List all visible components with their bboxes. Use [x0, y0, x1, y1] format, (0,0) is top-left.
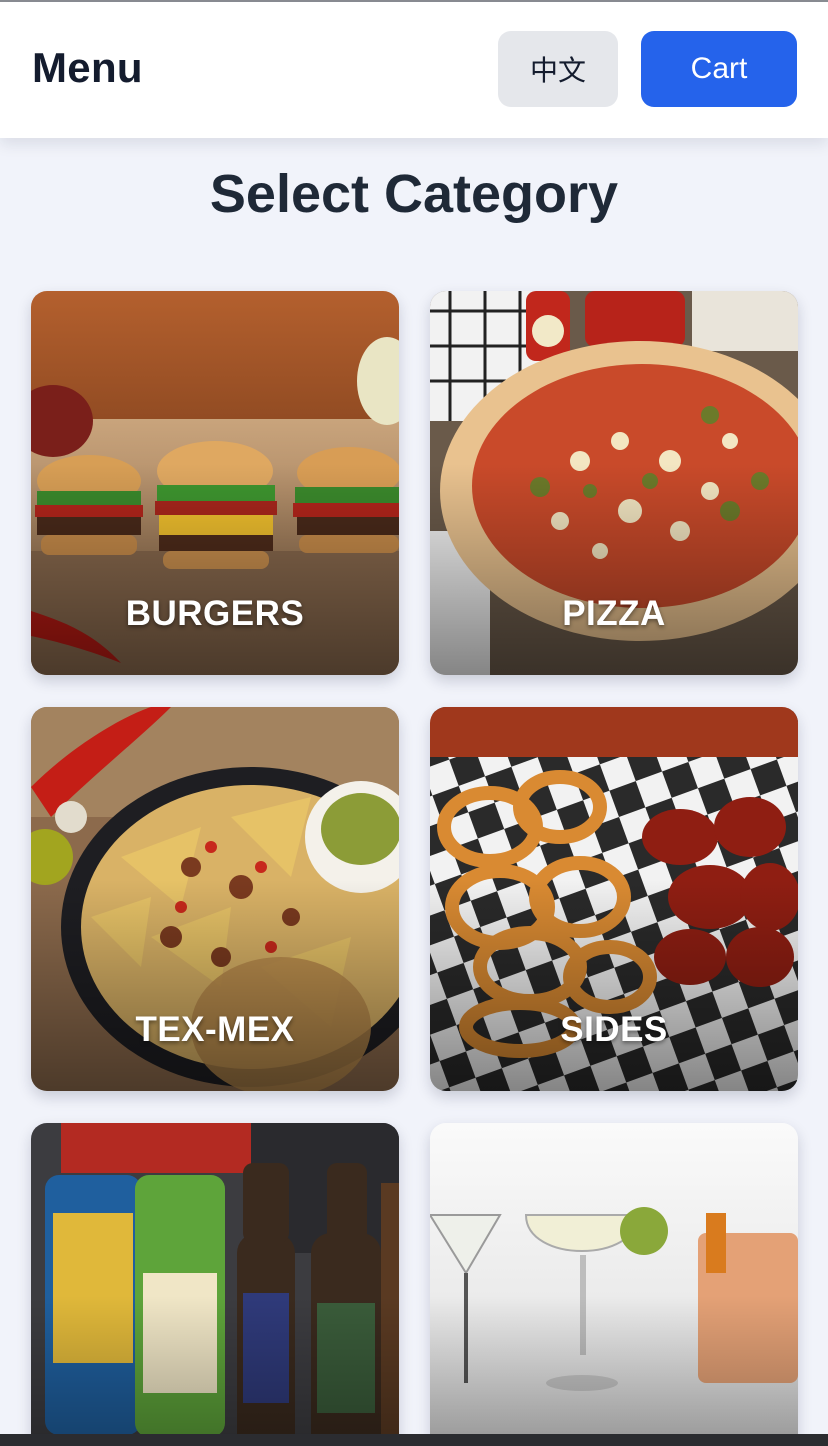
category-card-burgers[interactable]: BURGERS [31, 291, 399, 675]
home-indicator-bar [0, 1434, 828, 1446]
cart-button[interactable]: Cart [641, 31, 797, 107]
category-card-beer[interactable] [31, 1123, 399, 1446]
category-label: SIDES [560, 1010, 668, 1049]
category-card-cocktails[interactable] [430, 1123, 798, 1446]
category-label: BURGERS [125, 594, 305, 633]
card-shade [430, 1123, 798, 1446]
language-toggle-button[interactable]: 中文 [498, 31, 618, 107]
section-heading: Select Category [209, 164, 619, 224]
top-bar: Menu 中文 Cart [0, 2, 828, 138]
card-shade [31, 1123, 399, 1446]
page-title: Menu [32, 44, 143, 91]
category-label: TEX-MEX [135, 1010, 295, 1049]
category-card-pizza[interactable]: PIZZA [430, 291, 798, 675]
category-label: PIZZA [562, 594, 666, 633]
category-card-tex-mex[interactable]: TEX-MEX [31, 707, 399, 1091]
category-card-sides[interactable]: SIDES [430, 707, 798, 1091]
